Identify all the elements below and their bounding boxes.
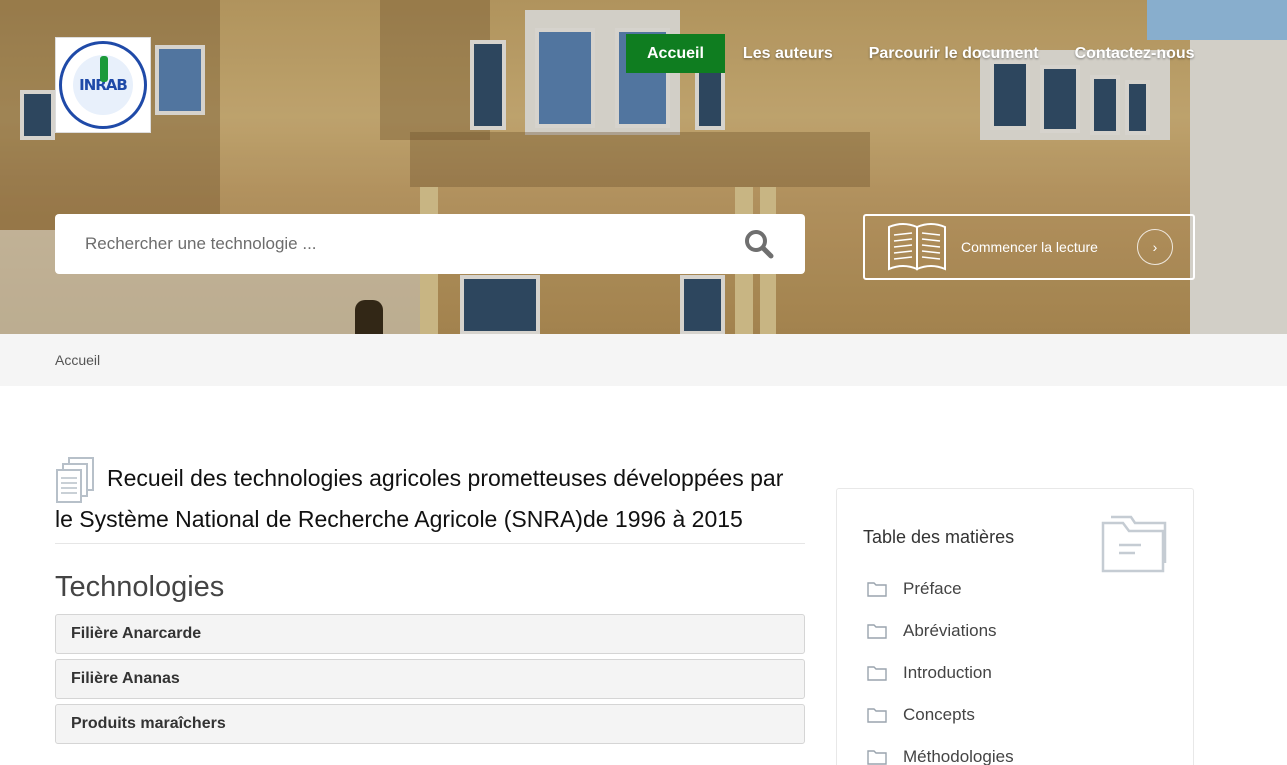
site-logo[interactable]: INRAB <box>55 37 151 133</box>
breadcrumb-item-accueil[interactable]: Accueil <box>55 352 100 368</box>
toc-item-label: Préface <box>903 579 962 598</box>
folder-icon <box>867 749 887 765</box>
toc-item-label: Abréviations <box>903 621 997 640</box>
book-icon <box>885 219 949 275</box>
search-icon[interactable] <box>743 228 775 260</box>
logo-plant <box>100 56 108 82</box>
folder-icon <box>867 665 887 681</box>
folder-icon <box>867 707 887 723</box>
nav-item-contact[interactable]: Contactez-nous <box>1057 34 1213 73</box>
start-reading-button[interactable]: Commencer la lecture › <box>863 214 1195 280</box>
main-nav: Accueil Les auteurs Parcourir le documen… <box>626 34 1213 73</box>
accordion-item-ananas[interactable]: Filière Ananas <box>55 659 805 699</box>
search-input[interactable] <box>85 234 743 254</box>
nav-item-les-auteurs[interactable]: Les auteurs <box>725 34 851 73</box>
nav-item-accueil[interactable]: Accueil <box>626 34 725 73</box>
toc-item-label: Introduction <box>903 663 992 682</box>
accordion-item-maraichers[interactable]: Produits maraîchers <box>55 704 805 744</box>
toc-item-label: Méthodologies <box>903 747 1014 765</box>
table-of-contents: Table des matières Préface Abréviations … <box>836 488 1194 765</box>
main-content: Recueil des technologies agricoles prome… <box>55 456 805 749</box>
toc-item-label: Concepts <box>903 705 975 724</box>
page-title-text: Recueil des technologies agricoles prome… <box>55 465 784 532</box>
folder-icon <box>867 581 887 597</box>
chevron-right-icon: › <box>1137 229 1173 265</box>
toc-item-concepts[interactable]: Concepts <box>863 694 1167 736</box>
technologies-heading: Technologies <box>55 571 225 603</box>
folder-icon <box>1101 515 1167 575</box>
logo-emblem: INRAB <box>59 41 147 129</box>
page-title: Recueil des technologies agricoles prome… <box>55 456 805 544</box>
accordion-item-anarcarde[interactable]: Filière Anarcarde <box>55 614 805 654</box>
nav-item-parcourir[interactable]: Parcourir le document <box>851 34 1057 73</box>
documents-icon <box>55 456 95 506</box>
search-box <box>55 214 805 274</box>
toc-item-abreviations[interactable]: Abréviations <box>863 610 1167 652</box>
toc-list: Préface Abréviations Introduction Concep… <box>863 568 1167 765</box>
toc-item-introduction[interactable]: Introduction <box>863 652 1167 694</box>
breadcrumb: Accueil <box>0 334 1287 386</box>
start-reading-label: Commencer la lecture <box>961 239 1098 255</box>
folder-icon <box>867 623 887 639</box>
toc-item-methodologies[interactable]: Méthodologies <box>863 736 1167 765</box>
